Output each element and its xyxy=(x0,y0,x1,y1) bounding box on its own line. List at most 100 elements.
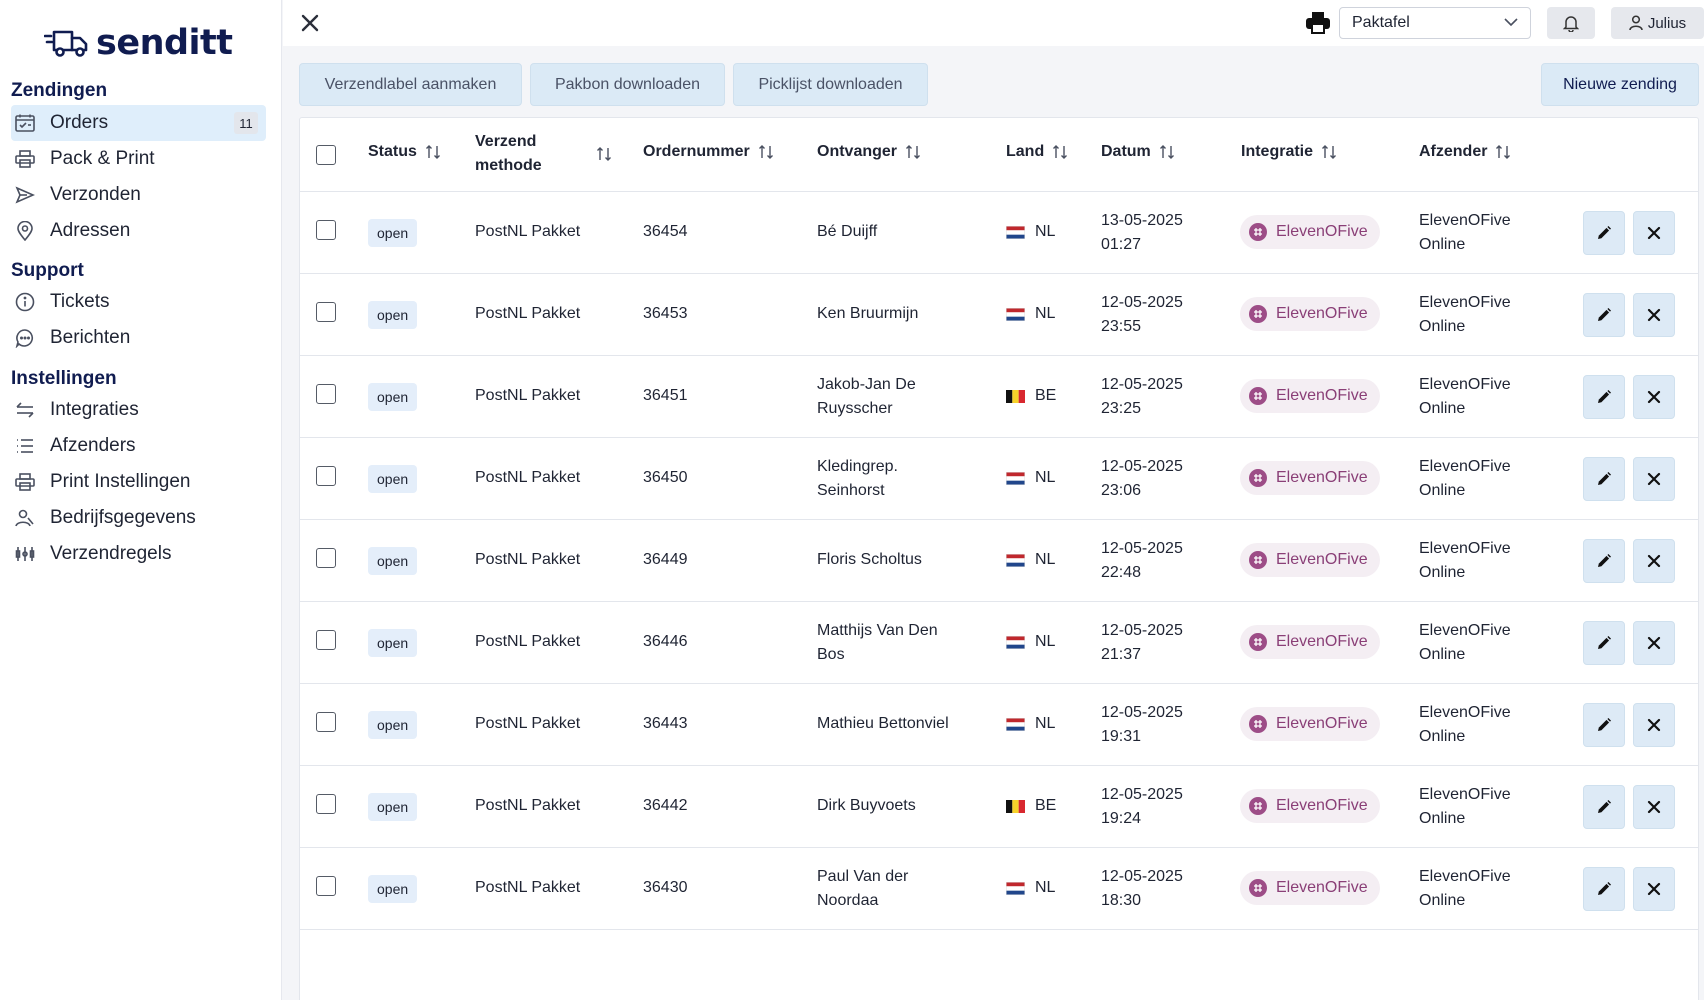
row-checkbox[interactable] xyxy=(316,302,336,322)
row-checkbox[interactable] xyxy=(316,794,336,814)
delete-button[interactable] xyxy=(1633,457,1675,501)
table-row: open PostNL Pakket 36430 Paul Van der No… xyxy=(300,848,1698,930)
sidebar-item-integraties[interactable]: Integraties xyxy=(11,392,266,428)
recipient-line-2: Bos xyxy=(817,646,845,663)
status-badge: open xyxy=(368,465,418,493)
delete-button[interactable] xyxy=(1633,785,1675,829)
delete-button[interactable] xyxy=(1633,293,1675,337)
sidebar-item-label: Berichten xyxy=(50,327,131,348)
order-number[interactable]: 36443 xyxy=(643,712,688,736)
senditt-logo[interactable]: senditt xyxy=(44,22,233,64)
integration-badge: ElevenOFive xyxy=(1240,461,1380,495)
edit-button[interactable] xyxy=(1583,621,1625,665)
column-method[interactable]: Verzend methode xyxy=(475,130,615,178)
order-number[interactable]: 36454 xyxy=(643,220,688,244)
edit-button[interactable] xyxy=(1583,867,1625,911)
new-shipment-button[interactable]: Nieuwe zending xyxy=(1541,63,1699,106)
edit-button[interactable] xyxy=(1583,457,1625,501)
row-checkbox[interactable] xyxy=(316,466,336,486)
delete-button[interactable] xyxy=(1633,375,1675,419)
status-badge: open xyxy=(368,629,418,657)
sidebar-item-afzenders[interactable]: Afzenders xyxy=(11,428,266,464)
table-row: open PostNL Pakket 36446 Matthijs Van De… xyxy=(300,602,1698,684)
status-badge: open xyxy=(368,383,418,411)
sort-icon xyxy=(1053,145,1068,159)
sidebar-item-label: Bedrijfsgegevens xyxy=(50,507,196,528)
row-checkbox[interactable] xyxy=(316,548,336,568)
sidebar-item-pack-print[interactable]: Pack & Print xyxy=(11,141,266,177)
column-integratie[interactable]: Integratie xyxy=(1241,143,1337,161)
recipient: Floris Scholtus xyxy=(817,548,922,572)
column-datum[interactable]: Datum xyxy=(1101,143,1175,161)
sidebar-item-berichten[interactable]: Berichten xyxy=(11,320,266,356)
x-icon xyxy=(1647,226,1661,240)
select-all-checkbox[interactable] xyxy=(316,145,336,165)
column-status[interactable]: Status xyxy=(368,143,441,161)
user-menu-button[interactable]: Julius xyxy=(1611,7,1704,39)
close-icon[interactable] xyxy=(297,10,323,36)
time-value: 21:37 xyxy=(1101,646,1142,663)
recipient: Dirk Buyvoets xyxy=(817,794,916,818)
order-number[interactable]: 36450 xyxy=(643,466,688,490)
pencil-icon xyxy=(1598,226,1611,239)
order-number[interactable]: 36446 xyxy=(643,630,688,654)
sidebar-item-adressen[interactable]: Adressen xyxy=(11,213,266,249)
country-flag-icon xyxy=(1006,472,1025,485)
table-row: open PostNL Pakket 36449 Floris Scholtus… xyxy=(300,520,1698,602)
recipient-line-1: Jakob-Jan De xyxy=(817,376,916,393)
order-number[interactable]: 36430 xyxy=(643,876,688,900)
column-ordernummer[interactable]: Ordernummer xyxy=(643,143,774,161)
delete-button[interactable] xyxy=(1633,703,1675,747)
column-land[interactable]: Land xyxy=(1006,143,1068,161)
table-row: open PostNL Pakket 36450 Kledingrep. Sei… xyxy=(300,438,1698,520)
order-number[interactable]: 36449 xyxy=(643,548,688,572)
delete-button[interactable] xyxy=(1633,621,1675,665)
sender-line-1: ElevenOFive xyxy=(1419,212,1511,229)
pencil-icon xyxy=(1598,390,1611,403)
row-checkbox[interactable] xyxy=(316,876,336,896)
row-checkbox[interactable] xyxy=(316,712,336,732)
info-icon xyxy=(14,291,36,313)
table-row: open PostNL Pakket 36442 Dirk Buyvoets B… xyxy=(300,766,1698,848)
sender-line-2: Online xyxy=(1419,892,1466,909)
row-checkbox[interactable] xyxy=(316,220,336,240)
create-label-button[interactable]: Verzendlabel aanmaken xyxy=(299,63,522,106)
download-pakbon-button[interactable]: Pakbon downloaden xyxy=(530,63,725,106)
sidebar-item-print-instellingen[interactable]: Print Instellingen xyxy=(11,464,266,500)
column-ontvanger[interactable]: Ontvanger xyxy=(817,143,921,161)
delete-button[interactable] xyxy=(1633,867,1675,911)
recipient: Bé Duijff xyxy=(817,220,877,244)
pencil-icon xyxy=(1598,800,1611,813)
edit-button[interactable] xyxy=(1583,785,1625,829)
delete-button[interactable] xyxy=(1633,539,1675,583)
delete-button[interactable] xyxy=(1633,211,1675,255)
order-number[interactable]: 36453 xyxy=(643,302,688,326)
x-icon xyxy=(1647,800,1661,814)
column-afzender[interactable]: Afzender xyxy=(1419,143,1511,161)
edit-button[interactable] xyxy=(1583,375,1625,419)
sidebar-item-bedrijfsgegevens[interactable]: Bedrijfsgegevens xyxy=(11,500,266,536)
pencil-icon xyxy=(1598,472,1611,485)
order-number[interactable]: 36451 xyxy=(643,384,688,408)
top-bar: Paktafel Julius xyxy=(283,0,1704,46)
integration-name: ElevenOFive xyxy=(1276,797,1368,814)
edit-button[interactable] xyxy=(1583,293,1625,337)
sidebar-item-orders[interactable]: Orders 11 xyxy=(11,105,266,141)
order-number[interactable]: 36442 xyxy=(643,794,688,818)
sidebar-item-verzonden[interactable]: Verzonden xyxy=(11,177,266,213)
recipient-line-2: Noordaa xyxy=(817,892,879,909)
edit-button[interactable] xyxy=(1583,703,1625,747)
printer-select[interactable]: Paktafel xyxy=(1339,7,1531,39)
sidebar-item-tickets[interactable]: Tickets xyxy=(11,284,266,320)
sender-line-1: ElevenOFive xyxy=(1419,458,1511,475)
edit-button[interactable] xyxy=(1583,211,1625,255)
edit-button[interactable] xyxy=(1583,539,1625,583)
row-checkbox[interactable] xyxy=(316,384,336,404)
notifications-button[interactable] xyxy=(1547,7,1595,39)
sender: ElevenOFive Online xyxy=(1419,783,1511,831)
sidebar-item-verzendregels[interactable]: Verzendregels xyxy=(11,536,266,572)
column-label: Afzender xyxy=(1419,143,1488,160)
download-picklist-button[interactable]: Picklijst downloaden xyxy=(733,63,928,106)
sender-line-1: ElevenOFive xyxy=(1419,540,1511,557)
row-checkbox[interactable] xyxy=(316,630,336,650)
